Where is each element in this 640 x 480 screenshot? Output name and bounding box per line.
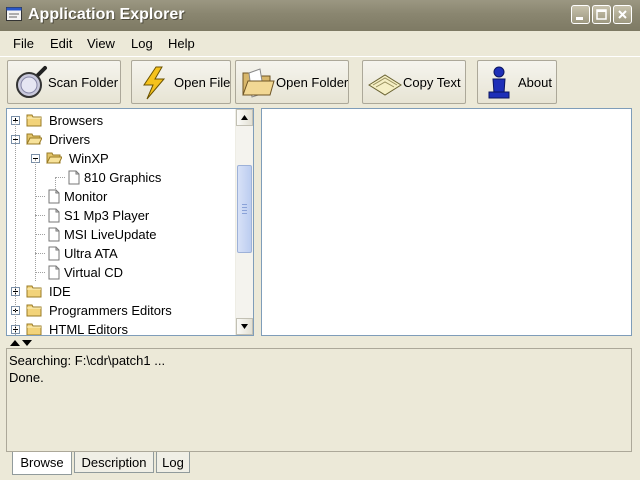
log-pane[interactable]: Searching: F:\cdr\patch1 ... Done.: [6, 348, 632, 452]
tree-node[interactable]: IDE: [7, 282, 235, 301]
tree-connector: [35, 272, 45, 273]
document-icon: [68, 170, 80, 185]
description-pane[interactable]: [261, 108, 632, 336]
tab-log[interactable]: Log: [156, 452, 190, 473]
tab-strip: Browse Description Log: [6, 452, 632, 476]
tab-description[interactable]: Description: [74, 452, 154, 473]
tree-scrollbar[interactable]: [235, 109, 253, 335]
scroll-down-button[interactable]: [236, 318, 253, 335]
splitter-arrows-icon[interactable]: [8, 338, 34, 347]
open-folder-icon: [242, 68, 275, 98]
menu-edit[interactable]: Edit: [50, 36, 72, 51]
tree-node-label: S1 Mp3 Player: [64, 208, 150, 223]
tree-node-label: WinXP: [69, 151, 109, 166]
tree-node-label: Browsers: [49, 113, 104, 128]
minimize-button[interactable]: [571, 5, 590, 24]
tab-browse[interactable]: Browse: [12, 452, 72, 475]
app-icon: [6, 7, 22, 21]
menu-view[interactable]: View: [87, 36, 115, 51]
tree-node-label: Monitor: [64, 189, 108, 204]
tree-connector: [35, 253, 45, 254]
tree-node[interactable]: S1 Mp3 Player: [7, 206, 235, 225]
document-icon: [48, 189, 60, 204]
menu-help[interactable]: Help: [168, 36, 195, 51]
document-icon: [48, 227, 60, 242]
tree-node[interactable]: MSI LiveUpdate: [7, 225, 235, 244]
tree-node-label: 810 Graphics: [84, 170, 162, 185]
open-folder-button[interactable]: Open Folder: [235, 60, 349, 104]
tree-node-label: MSI LiveUpdate: [64, 227, 157, 242]
folder-tree[interactable]: Browsers Drivers WinXP 810 Graphics Monitor S…: [6, 108, 254, 336]
tree-node[interactable]: Drivers: [7, 130, 235, 149]
tree-node[interactable]: Ultra ATA: [7, 244, 235, 263]
copy-text-button[interactable]: Copy Text: [362, 60, 466, 104]
scroll-thumb[interactable]: [237, 165, 252, 253]
tree-connector: [15, 121, 16, 335]
tree-connector: [35, 196, 45, 197]
scan-folder-label: Scan Folder: [48, 75, 119, 90]
app-window: Application Explorer File Edit View Log …: [0, 0, 640, 480]
tree-connector: [35, 215, 45, 216]
close-button[interactable]: [613, 5, 632, 24]
minimize-icon: [576, 17, 583, 20]
folder-open-icon: [26, 133, 42, 145]
open-folder-label: Open Folder: [276, 75, 349, 90]
tree-node-label: Virtual CD: [64, 265, 124, 280]
document-icon: [48, 246, 60, 261]
copy-text-label: Copy Text: [403, 75, 461, 90]
tree-node[interactable]: HTML Editors: [7, 320, 235, 336]
vertical-splitter[interactable]: [256, 108, 259, 336]
tree-node[interactable]: Monitor: [7, 187, 235, 206]
magnifier-icon: [16, 66, 47, 98]
window-title: Application Explorer: [28, 6, 185, 23]
folder-closed-icon: [26, 323, 42, 335]
menu-log[interactable]: Log: [131, 36, 153, 51]
menu-bar: File Edit View Log Help: [0, 31, 640, 55]
tree-node[interactable]: Virtual CD: [7, 263, 235, 282]
document-icon: [48, 265, 60, 280]
tree-connector: [35, 234, 45, 235]
folder-closed-icon: [26, 114, 42, 127]
scroll-up-button[interactable]: [236, 109, 253, 126]
tree-node[interactable]: Browsers: [7, 111, 235, 130]
folder-open-icon: [46, 152, 62, 164]
maximize-button[interactable]: [592, 5, 611, 24]
scroll-up-icon: [241, 115, 248, 120]
tree-node-label: Programmers Editors: [49, 303, 172, 318]
grip-icon: [242, 204, 247, 214]
scan-folder-button[interactable]: Scan Folder: [7, 60, 121, 104]
title-bar[interactable]: Application Explorer: [0, 0, 640, 31]
maximize-icon: [596, 9, 607, 20]
tab-description-label: Description: [81, 455, 147, 470]
tree-connector: [35, 159, 36, 281]
tree-node[interactable]: WinXP: [7, 149, 235, 168]
tree-node-label: Ultra ATA: [64, 246, 118, 261]
tab-log-label: Log: [162, 455, 184, 470]
tree-connector: [55, 178, 56, 193]
log-line: Done.: [9, 370, 44, 385]
tab-browse-label: Browse: [20, 455, 64, 470]
tree-node[interactable]: Programmers Editors: [7, 301, 235, 320]
tree-connector: [55, 177, 65, 178]
close-icon: [618, 10, 627, 19]
open-file-label: Open File: [174, 75, 231, 90]
folder-closed-icon: [26, 285, 42, 298]
folder-closed-icon: [26, 304, 42, 317]
menu-file[interactable]: File: [13, 36, 34, 51]
info-person-icon: [488, 66, 510, 99]
tree-node-label: HTML Editors: [49, 322, 128, 336]
open-file-button[interactable]: Open File: [131, 60, 231, 104]
scroll-down-icon: [241, 324, 248, 329]
tree-node-label: Drivers: [49, 132, 91, 147]
tree-node[interactable]: 810 Graphics: [7, 168, 235, 187]
tree-node-label: IDE: [49, 284, 71, 299]
lightning-icon: [143, 66, 166, 100]
copy-text-icon: [368, 74, 402, 96]
toolbar: Scan Folder Open File Open Folder Copy T…: [0, 56, 640, 107]
log-line: Searching: F:\cdr\patch1 ...: [9, 353, 166, 368]
about-button[interactable]: About: [477, 60, 557, 104]
document-icon: [48, 208, 60, 223]
about-label: About: [518, 75, 552, 90]
